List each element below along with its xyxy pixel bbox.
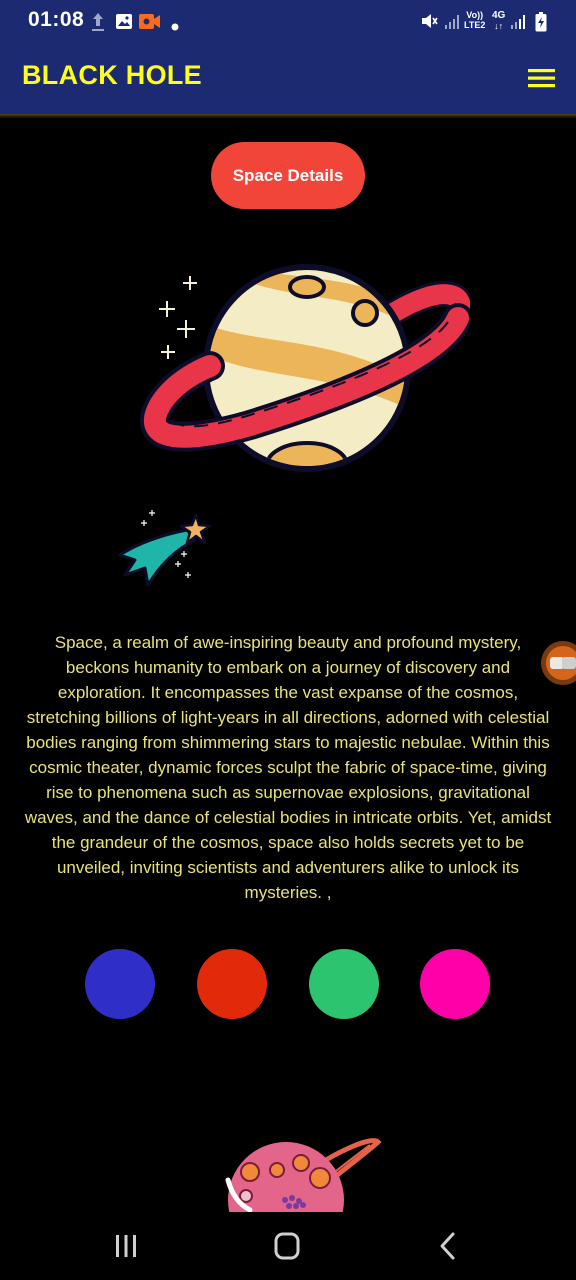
recent-apps-icon [116,1235,136,1257]
color-option-pink[interactable] [420,949,490,1019]
status-bar: 01:08 Vo)) LTE2 4G ↓↑ [0,0,576,44]
notification-dot-icon [171,18,179,36]
color-option-red[interactable] [197,949,267,1019]
system-nav-bar [0,1212,576,1280]
gallery-icon [115,13,133,35]
recent-apps-button[interactable] [106,1230,146,1262]
color-option-blue[interactable] [85,949,155,1019]
home-button[interactable] [267,1230,307,1262]
back-icon [440,1232,455,1260]
volte-text: Vo)) [466,10,484,20]
network-type-text: 4G [492,10,506,21]
lte2-text: LTE2 [464,20,486,30]
sparkles [159,276,197,359]
home-icon [274,1232,300,1260]
back-button[interactable] [428,1230,468,1262]
menu-button[interactable] [524,64,560,94]
app-bar: BLACK HOLE [0,44,576,114]
signal-icon-2 [510,14,526,35]
color-option-green[interactable] [309,949,379,1019]
hamburger-menu-icon [528,69,555,88]
battery-icon [535,12,547,37]
mute-icon [420,12,438,35]
status-time: 01:08 [28,8,85,31]
network-type-label: 4G ↓↑ [492,10,505,32]
data-arrows-icon: ↓↑ [494,21,504,31]
space-description: Space, a realm of awe-inspiring beauty a… [24,633,552,902]
shooting-star-illustration [114,504,214,594]
upload-icon [90,11,106,38]
app-bar-shadow [0,114,576,119]
volte-label: Vo)) LTE2 [464,10,485,30]
signal-icon-1 [444,14,460,35]
pink-planet-illustration [218,1132,388,1258]
video-call-icon [139,14,161,34]
space-details-button[interactable]: Space Details [211,142,365,209]
app-title: BLACK HOLE [22,60,202,90]
ringed-planet-illustration [139,262,474,487]
